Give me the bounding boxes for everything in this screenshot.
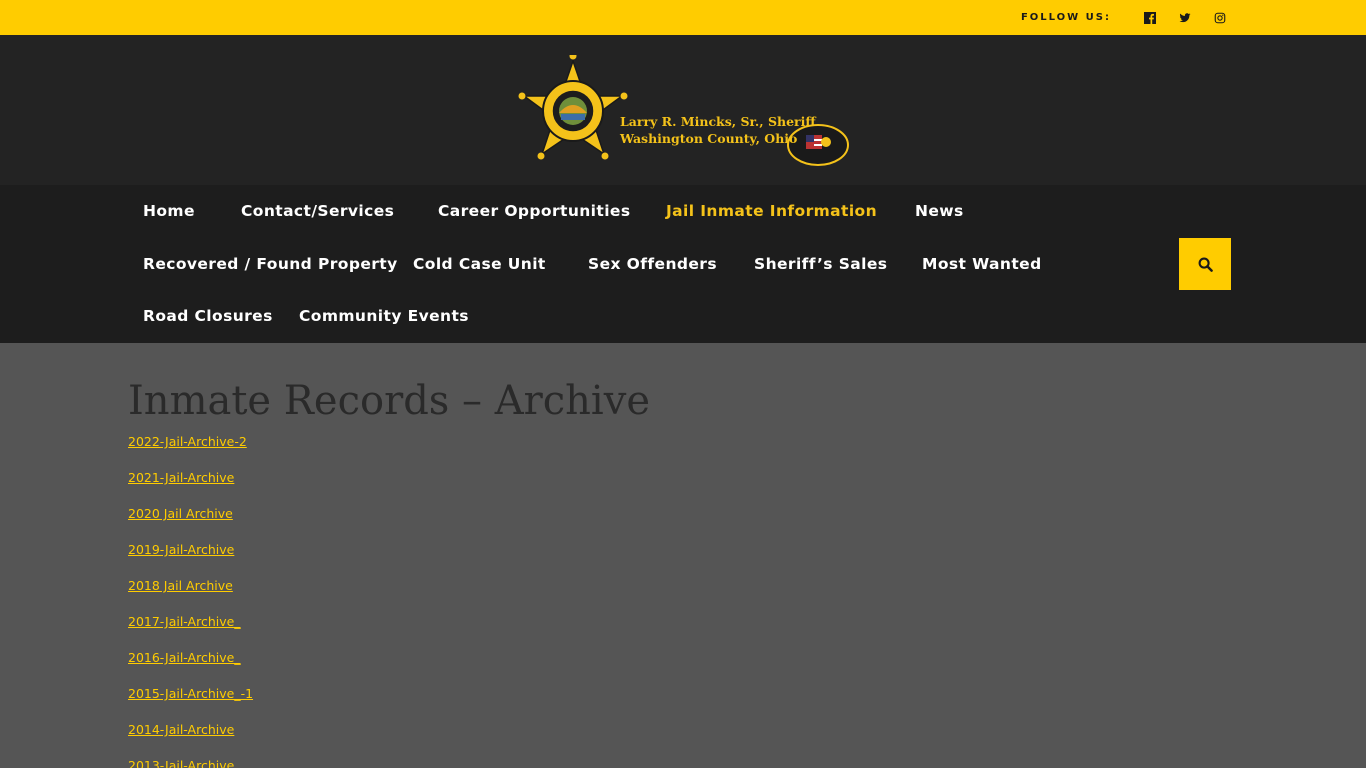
archive-link-2014[interactable]: 2014-Jail-Archive [128, 722, 234, 737]
follow-us: FOLLOW US: [1021, 0, 1230, 35]
twitter-icon[interactable] [1175, 8, 1195, 28]
list-item: 2017-Jail-Archive_ [128, 611, 1366, 647]
sheriff-name: Larry R. Mincks, Sr., Sheriff [620, 114, 816, 129]
list-item: 2022-Jail-Archive-2 [128, 431, 1366, 467]
site-header: Larry R. Mincks, Sr., Sheriff Washington… [0, 35, 1366, 185]
search-icon [1198, 257, 1213, 272]
archive-link-2018[interactable]: 2018 Jail Archive [128, 578, 233, 593]
nav-cold-case-unit[interactable]: Cold Case Unit [413, 254, 546, 274]
archive-link-2017[interactable]: 2017-Jail-Archive_ [128, 614, 241, 629]
archive-link-2013[interactable]: 2013-Jail-Archive [128, 758, 234, 768]
facebook-icon[interactable] [1140, 8, 1160, 28]
follow-us-label: FOLLOW US: [1020, 12, 1111, 23]
list-item: 2019-Jail-Archive [128, 539, 1366, 575]
list-item: 2013-Jail-Archive [128, 755, 1366, 768]
nav-sheriffs-sales[interactable]: Sheriff’s Sales [754, 254, 887, 274]
list-item: 2014-Jail-Archive [128, 719, 1366, 755]
search-button[interactable] [1179, 238, 1231, 290]
list-item: 2018 Jail Archive [128, 575, 1366, 611]
archive-link-2016[interactable]: 2016-Jail-Archive_ [128, 650, 241, 665]
county-name: Washington County, Ohio [620, 131, 798, 146]
nav-contact-services[interactable]: Contact/Services [241, 201, 394, 221]
archive-link-2019[interactable]: 2019-Jail-Archive [128, 542, 234, 557]
archive-link-2021[interactable]: 2021-Jail-Archive [128, 470, 234, 485]
nav-community-events[interactable]: Community Events [299, 306, 469, 326]
nav-most-wanted[interactable]: Most Wanted [922, 254, 1042, 274]
nav-career-opportunities[interactable]: Career Opportunities [438, 201, 630, 221]
site-logo[interactable]: Larry R. Mincks, Sr., Sheriff Washington… [518, 55, 853, 185]
list-item: 2021-Jail-Archive [128, 467, 1366, 503]
top-bar: FOLLOW US: [0, 0, 1366, 35]
archive-link-2020[interactable]: 2020 Jail Archive [128, 506, 233, 521]
list-item: 2015-Jail-Archive_-1 [128, 683, 1366, 719]
nav-sex-offenders[interactable]: Sex Offenders [588, 254, 717, 274]
nav-road-closures[interactable]: Road Closures [143, 306, 273, 326]
nav-news[interactable]: News [915, 201, 964, 221]
main-content: Inmate Records – Archive 2022-Jail-Archi… [0, 343, 1366, 768]
logo-text: Larry R. Mincks, Sr., Sheriff Washington… [620, 113, 816, 147]
archive-list: 2022-Jail-Archive-2 2021-Jail-Archive 20… [128, 431, 1366, 768]
instagram-icon[interactable] [1210, 8, 1230, 28]
archive-link-2015[interactable]: 2015-Jail-Archive_-1 [128, 686, 253, 701]
nav-recovered-found-property[interactable]: Recovered / Found Property [143, 254, 398, 274]
nav-home[interactable]: Home [143, 201, 195, 221]
list-item: 2016-Jail-Archive_ [128, 647, 1366, 683]
main-nav: Home Contact/Services Career Opportuniti… [0, 185, 1366, 343]
nav-jail-inmate-information[interactable]: Jail Inmate Information [666, 201, 877, 221]
archive-link-2022[interactable]: 2022-Jail-Archive-2 [128, 434, 247, 449]
list-item: 2020 Jail Archive [128, 503, 1366, 539]
page-title: Inmate Records – Archive [128, 378, 650, 424]
